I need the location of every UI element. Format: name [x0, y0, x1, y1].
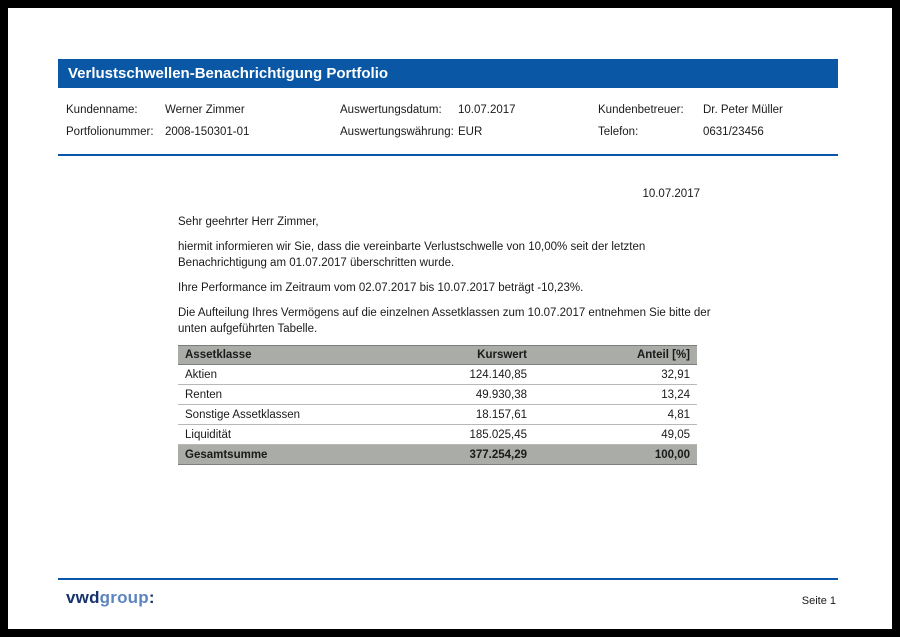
cell-kurswert: 124.140,85	[398, 365, 534, 385]
cell-kurswert: 18.157,61	[398, 405, 534, 425]
logo-text-group: group	[100, 588, 149, 607]
letter-date: 10.07.2017	[178, 188, 700, 200]
paragraph-threshold: hiermit informieren wir Sie, dass die ve…	[178, 239, 718, 271]
page-number: Seite 1	[802, 595, 836, 607]
document-page: Verlustschwellen-Benachrichtigung Portfo…	[8, 8, 892, 629]
paragraph-table-intro: Die Aufteilung Ihres Vermögens auf die e…	[178, 305, 718, 337]
value-kundenname: Werner Zimmer	[165, 104, 245, 116]
table-total-row: Gesamtsumme 377.254,29 100,00	[178, 445, 697, 465]
header-divider	[58, 154, 838, 156]
cell-gesamtsumme-label: Gesamtsumme	[178, 445, 398, 465]
letter-body: Sehr geehrter Herr Zimmer, hiermit infor…	[178, 214, 718, 346]
vwd-group-logo: vwdgroup:	[66, 588, 155, 608]
footer-divider	[58, 578, 838, 580]
cell-anteil: 32,91	[534, 365, 697, 385]
table-row: Liquidität 185.025,45 49,05	[178, 425, 697, 445]
value-telefon: 0631/23456	[703, 126, 764, 138]
cell-kurswert: 49.930,38	[398, 385, 534, 405]
cell-assetklasse: Aktien	[178, 365, 398, 385]
salutation: Sehr geehrter Herr Zimmer,	[178, 214, 718, 230]
cell-kurswert: 185.025,45	[398, 425, 534, 445]
cell-assetklasse: Liquidität	[178, 425, 398, 445]
label-kundenbetreuer: Kundenbetreuer:	[598, 104, 684, 116]
logo-text-vwd: vwd	[66, 588, 100, 607]
cell-gesamtsumme-anteil: 100,00	[534, 445, 697, 465]
cell-anteil: 4,81	[534, 405, 697, 425]
cell-assetklasse: Sonstige Assetklassen	[178, 405, 398, 425]
label-portfolionummer: Portfolionummer:	[66, 126, 154, 138]
column-header-assetklasse: Assetklasse	[178, 346, 398, 365]
paragraph-performance: Ihre Performance im Zeitraum vom 02.07.2…	[178, 280, 718, 296]
document-title: Verlustschwellen-Benachrichtigung Portfo…	[68, 65, 388, 82]
table-row: Sonstige Assetklassen 18.157,61 4,81	[178, 405, 697, 425]
column-header-kurswert: Kurswert	[398, 346, 534, 365]
cell-anteil: 49,05	[534, 425, 697, 445]
cell-gesamtsumme-kurswert: 377.254,29	[398, 445, 534, 465]
value-auswertungswaehrung: EUR	[458, 126, 482, 138]
asset-allocation-table: Assetklasse Kurswert Anteil [%] Aktien 1…	[178, 345, 697, 465]
value-kundenbetreuer: Dr. Peter Müller	[703, 104, 783, 116]
table-row: Aktien 124.140,85 32,91	[178, 365, 697, 385]
logo-text-colon: :	[149, 588, 155, 607]
label-auswertungswaehrung: Auswertungswährung:	[340, 126, 454, 138]
value-auswertungsdatum: 10.07.2017	[458, 104, 516, 116]
table-row: Renten 49.930,38 13,24	[178, 385, 697, 405]
value-portfolionummer: 2008-150301-01	[165, 126, 249, 138]
cell-assetklasse: Renten	[178, 385, 398, 405]
label-kundenname: Kundenname:	[66, 104, 138, 116]
table-header-row: Assetklasse Kurswert Anteil [%]	[178, 346, 697, 365]
title-bar: Verlustschwellen-Benachrichtigung Portfo…	[58, 59, 838, 88]
label-auswertungsdatum: Auswertungsdatum:	[340, 104, 442, 116]
cell-anteil: 13,24	[534, 385, 697, 405]
label-telefon: Telefon:	[598, 126, 638, 138]
column-header-anteil: Anteil [%]	[534, 346, 697, 365]
